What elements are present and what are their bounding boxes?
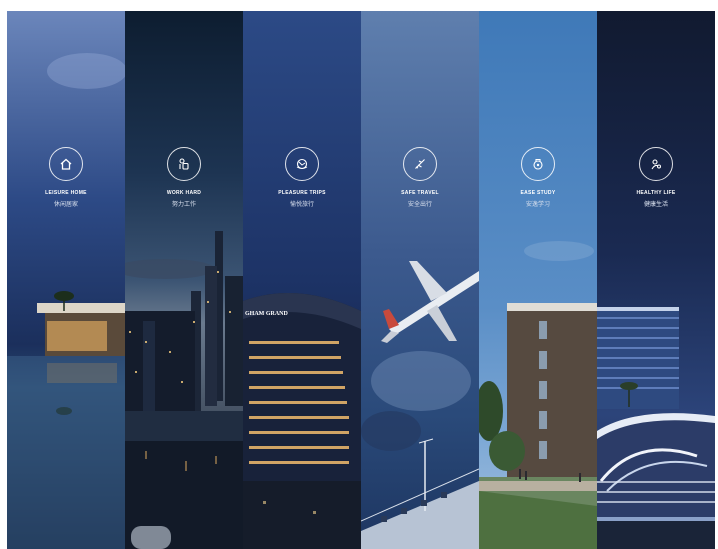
feature-subtitle: 安全出行 [407, 202, 432, 208]
panel-pleasure-trips[interactable]: GHAM GRAND PLEASURE TRIPS 愉悦旅行 [243, 11, 361, 549]
feature-title: PLEASURE TRIPS [278, 190, 326, 196]
plane-icon [403, 147, 437, 181]
globe-icon [285, 147, 319, 181]
feature-title: SAFE TRAVEL [401, 190, 439, 196]
healthy-life-scene [597, 11, 715, 549]
feature-subtitle: 努力工作 [171, 202, 196, 208]
work-hard-scene [125, 11, 243, 549]
panel-work-hard[interactable]: WORK HARD 努力工作 [125, 11, 243, 549]
feature-subtitle: 休闲居家 [53, 202, 78, 208]
panel-leisure-home[interactable]: LEISURE HOME 休闲居家 [7, 11, 125, 549]
ease-study-scene [479, 11, 597, 549]
work-icon [167, 147, 201, 181]
feature-title: WORK HARD [166, 190, 202, 196]
feature-pleasure-trips: PLEASURE TRIPS 愉悦旅行 [243, 147, 361, 208]
feature-healthy-life: HEALTHY LIFE 健康生活 [597, 147, 715, 208]
home-icon [49, 147, 83, 181]
panel-ease-study[interactable]: EASE STUDY 安逸学习 [479, 11, 597, 549]
health-icon [639, 147, 673, 181]
safe-travel-scene [361, 11, 479, 549]
feature-title: LEISURE HOME [45, 190, 87, 196]
feature-ease-study: EASE STUDY 安逸学习 [479, 147, 597, 208]
study-icon [521, 147, 555, 181]
hotel-sign: GHAM GRAND [245, 311, 288, 317]
feature-leisure-home: LEISURE HOME 休闲居家 [7, 147, 125, 208]
panel-safe-travel[interactable]: SAFE TRAVEL 安全出行 [361, 11, 479, 549]
feature-banner: LEISURE HOME 休闲居家 WORK HARD 努力工作 GHAM GR… [7, 11, 715, 549]
feature-title: EASE STUDY [520, 190, 556, 196]
feature-subtitle: 愉悦旅行 [289, 202, 314, 208]
feature-work-hard: WORK HARD 努力工作 [125, 147, 243, 208]
feature-safe-travel: SAFE TRAVEL 安全出行 [361, 147, 479, 208]
pleasure-trips-scene: GHAM GRAND [243, 11, 361, 549]
feature-title: HEALTHY LIFE [636, 190, 676, 196]
panel-healthy-life[interactable]: HEALTHY LIFE 健康生活 [597, 11, 715, 549]
leisure-home-scene [7, 11, 125, 549]
feature-subtitle: 安逸学习 [525, 202, 550, 208]
feature-subtitle: 健康生活 [643, 202, 668, 208]
